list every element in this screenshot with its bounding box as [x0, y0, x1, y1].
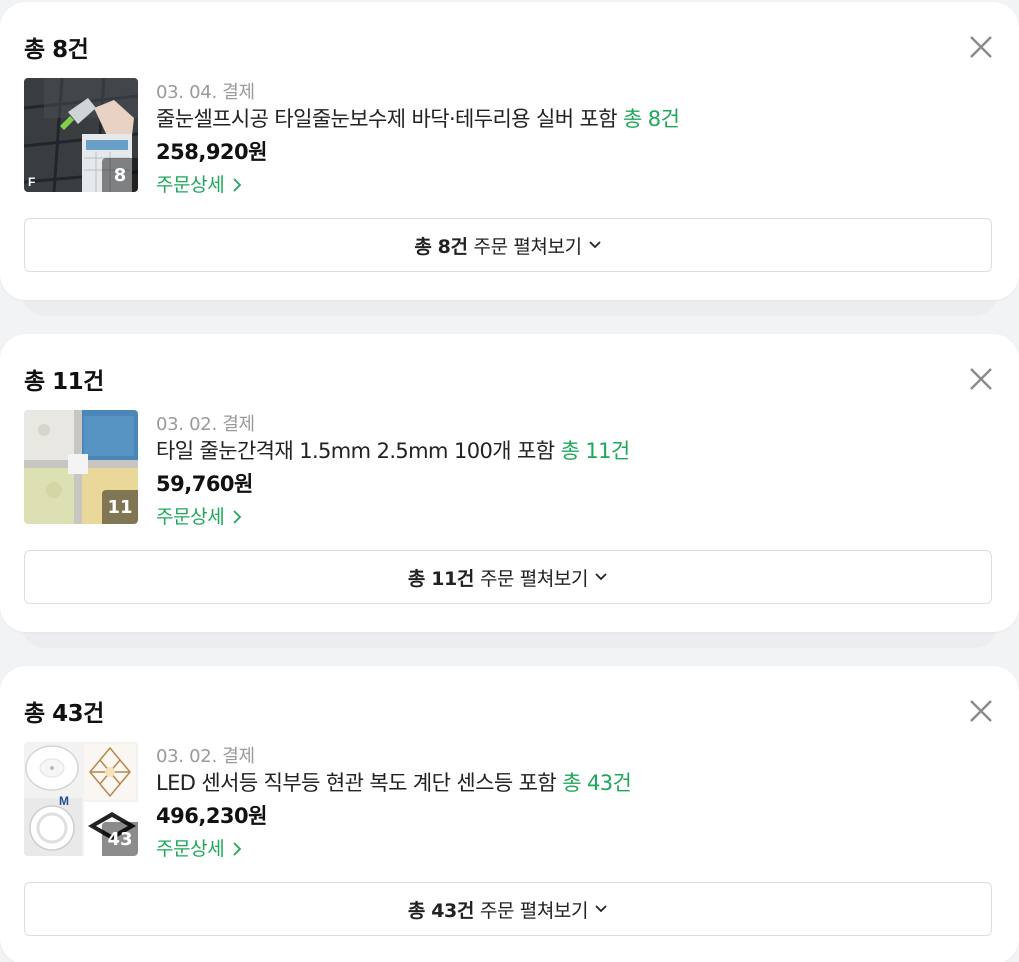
product-name[interactable]: 타일 줄눈간격재 1.5mm 2.5mm 100개 포함 총 11건 [156, 435, 630, 465]
product-count: 총 11건 [560, 439, 631, 463]
close-button[interactable] [966, 364, 996, 394]
chevron-right-icon [233, 510, 242, 524]
product-thumbnail[interactable]: 11 [24, 410, 138, 524]
close-icon [970, 36, 992, 58]
chevron-down-icon [595, 905, 607, 913]
order-card-title: 총 11건 [24, 369, 104, 395]
chevron-right-icon [233, 178, 242, 192]
thumbnail-count-badge: 43 [102, 822, 138, 856]
order-card: 총 11건 11 03. 02. 결제 타일 줄눈간격재 1.5mm 2.5mm… [0, 334, 1019, 632]
order-detail-link[interactable]: 주문상세 [156, 170, 242, 197]
order-card: 총 43건 M 43 03. 02. 결제 LED 센서등 직부등 현관 복도 … [0, 666, 1019, 962]
close-button[interactable] [966, 32, 996, 62]
product-thumbnail[interactable]: M 43 [24, 742, 138, 856]
chevron-down-icon [595, 573, 607, 581]
expand-label: 주문 펼쳐보기 [479, 899, 589, 922]
expand-orders-button[interactable]: 총 43건 주문 펼쳐보기 [24, 882, 992, 936]
product-count: 총 43건 [562, 771, 632, 795]
chevron-down-icon [589, 241, 601, 249]
expand-count: 총 43건 [407, 899, 474, 922]
product-name-text: LED 센서등 직부등 현관 복도 계단 센스등 포함 [156, 771, 557, 795]
chevron-right-icon [233, 842, 242, 856]
order-detail-label: 주문상세 [156, 506, 225, 528]
product-name-text: 타일 줄눈간격재 1.5mm 2.5mm 100개 포함 [156, 439, 555, 463]
close-icon [970, 368, 992, 390]
product-name[interactable]: LED 센서등 직부등 현관 복도 계단 센스등 포함 총 43건 [156, 767, 632, 797]
expand-orders-button[interactable]: 총 11건 주문 펼쳐보기 [24, 550, 992, 604]
order-card-title: 총 43건 [24, 701, 104, 727]
product-name[interactable]: 줄눈셀프시공 타일줄눈보수제 바닥·테두리용 실버 포함 총 8건 [156, 103, 680, 133]
expand-count: 총 11건 [407, 567, 474, 590]
payment-date: 03. 04. 결제 [156, 82, 255, 103]
thumbnail-count-badge: 11 [102, 490, 138, 524]
expand-label: 주문 펼쳐보기 [473, 235, 583, 258]
close-icon [970, 700, 992, 722]
product-name-text: 줄눈셀프시공 타일줄눈보수제 바닥·테두리용 실버 포함 [156, 107, 618, 131]
payment-date: 03. 02. 결제 [156, 746, 255, 767]
order-price: 258,920원 [156, 140, 267, 164]
order-detail-label: 주문상세 [156, 174, 225, 196]
order-card-title: 총 8건 [24, 37, 89, 63]
order-detail-link[interactable]: 주문상세 [156, 502, 242, 529]
thumbnail-count-badge: 8 [102, 158, 138, 192]
order-price: 59,760원 [156, 472, 253, 496]
order-detail-link[interactable]: 주문상세 [156, 834, 242, 861]
order-card: 총 8건 F 8 03. 04. 결제 줄눈셀프시공 타일줄눈보수제 바닥·테두… [0, 2, 1019, 300]
product-thumbnail[interactable]: F 8 [24, 78, 138, 192]
close-button[interactable] [966, 696, 996, 726]
expand-label: 주문 펼쳐보기 [479, 567, 589, 590]
order-detail-label: 주문상세 [156, 838, 225, 860]
payment-date: 03. 02. 결제 [156, 414, 255, 435]
expand-orders-button[interactable]: 총 8건 주문 펼쳐보기 [24, 218, 992, 272]
svg-text:F: F [28, 175, 35, 189]
order-price: 496,230원 [156, 804, 267, 828]
svg-text:M: M [59, 794, 69, 808]
expand-count: 총 8건 [414, 235, 468, 258]
product-count: 총 8건 [623, 107, 680, 131]
